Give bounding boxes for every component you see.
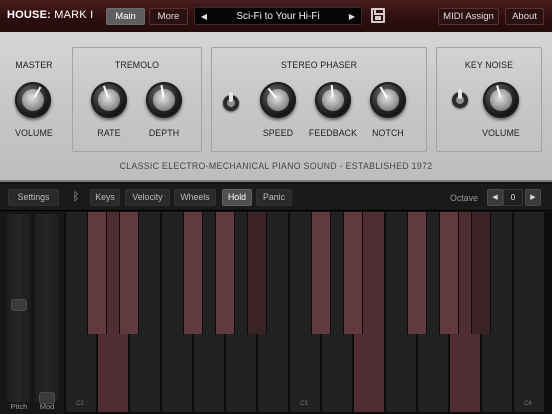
keyboard-toolbar: Settings ᛒ Keys Velocity Wheels Hold Pan… bbox=[0, 184, 552, 211]
black-key[interactable] bbox=[343, 212, 363, 334]
preset-prev-icon[interactable]: ◀ bbox=[198, 11, 210, 23]
midi-assign-button[interactable]: MIDI Assign bbox=[438, 8, 499, 25]
pitch-label: Pitch bbox=[10, 402, 28, 411]
octave-up-icon[interactable]: ▶ bbox=[525, 189, 541, 206]
tremolo-depth-knob[interactable] bbox=[146, 82, 182, 118]
top-bar: HOUSE: MARK I Main More ◀ Sci-Fi to Your… bbox=[0, 0, 552, 32]
pitch-wheel-handle[interactable] bbox=[11, 299, 27, 311]
key-noise-volume-knob[interactable] bbox=[483, 82, 519, 118]
octave-label: Octave bbox=[450, 193, 478, 203]
black-key[interactable] bbox=[215, 212, 235, 334]
tremolo-title: TREMOLO bbox=[114, 60, 160, 70]
preset-selector[interactable]: ◀ Sci-Fi to Your Hi-Fi ▶ bbox=[194, 7, 362, 25]
velocity-button[interactable]: Velocity bbox=[125, 189, 170, 206]
black-key[interactable] bbox=[247, 212, 267, 334]
mod-wheel[interactable] bbox=[35, 214, 59, 404]
bluetooth-icon[interactable]: ᛒ bbox=[70, 190, 82, 205]
about-button[interactable]: About bbox=[505, 8, 544, 25]
panic-button[interactable]: Panic bbox=[256, 189, 292, 206]
wheels-area: Pitch Mod bbox=[0, 212, 64, 414]
piano-keyboard[interactable]: C2 C3 C4 bbox=[64, 212, 552, 414]
phaser-feedback-knob[interactable] bbox=[315, 82, 351, 118]
octave-value: 0 bbox=[503, 189, 523, 206]
master-volume-knob[interactable] bbox=[15, 82, 51, 118]
phaser-notch-knob[interactable] bbox=[370, 82, 406, 118]
control-panel: MASTER VOLUME TREMOLO RATE DEPTH STEREO … bbox=[0, 32, 552, 182]
preset-name: Sci-Fi to Your Hi-Fi bbox=[236, 11, 320, 22]
app-title: HOUSE: MARK I bbox=[7, 9, 94, 21]
pitch-wheel[interactable] bbox=[7, 214, 31, 402]
master-title: MASTER bbox=[15, 60, 53, 70]
octave-c-label: C2 bbox=[76, 401, 84, 407]
black-key[interactable] bbox=[311, 212, 331, 334]
stereo-phaser-title: STEREO PHASER bbox=[280, 60, 358, 70]
key-noise-toggle-switch[interactable] bbox=[452, 89, 468, 108]
tremolo-depth-label: DEPTH bbox=[148, 128, 180, 138]
key-noise-volume-label: VOLUME bbox=[482, 128, 520, 138]
hold-button[interactable]: Hold bbox=[222, 189, 252, 206]
phaser-toggle-switch[interactable] bbox=[223, 92, 239, 111]
tremolo-rate-knob[interactable] bbox=[91, 82, 127, 118]
save-icon[interactable] bbox=[371, 8, 385, 23]
tab-more[interactable]: More bbox=[149, 8, 188, 25]
tagline: CLASSIC ELECTRO-MECHANICAL PIANO SOUND -… bbox=[119, 161, 433, 171]
settings-button[interactable]: Settings bbox=[8, 189, 59, 206]
black-key[interactable] bbox=[471, 212, 491, 334]
phaser-feedback-label: FEEDBACK bbox=[308, 128, 358, 138]
wheels-button[interactable]: Wheels bbox=[174, 189, 216, 206]
black-key[interactable] bbox=[119, 212, 139, 334]
black-key[interactable] bbox=[439, 212, 459, 334]
tremolo-rate-label: RATE bbox=[97, 128, 121, 138]
phaser-speed-knob[interactable] bbox=[260, 82, 296, 118]
black-key[interactable] bbox=[407, 212, 427, 334]
white-key[interactable] bbox=[513, 212, 545, 412]
octave-c-label: C3 bbox=[300, 401, 308, 407]
tab-main[interactable]: Main bbox=[106, 8, 145, 25]
octave-c-label: C4 bbox=[524, 401, 532, 407]
key-noise-title: KEY NOISE bbox=[464, 60, 514, 70]
phaser-notch-label: NOTCH bbox=[372, 128, 404, 138]
keys-button[interactable]: Keys bbox=[90, 189, 120, 206]
octave-down-icon[interactable]: ◀ bbox=[487, 189, 503, 206]
black-key[interactable] bbox=[87, 212, 107, 334]
mod-label: Mod bbox=[39, 402, 55, 411]
phaser-speed-label: SPEED bbox=[262, 128, 294, 138]
black-key[interactable] bbox=[183, 212, 203, 334]
master-volume-label: VOLUME bbox=[15, 128, 53, 138]
preset-next-icon[interactable]: ▶ bbox=[346, 11, 358, 23]
